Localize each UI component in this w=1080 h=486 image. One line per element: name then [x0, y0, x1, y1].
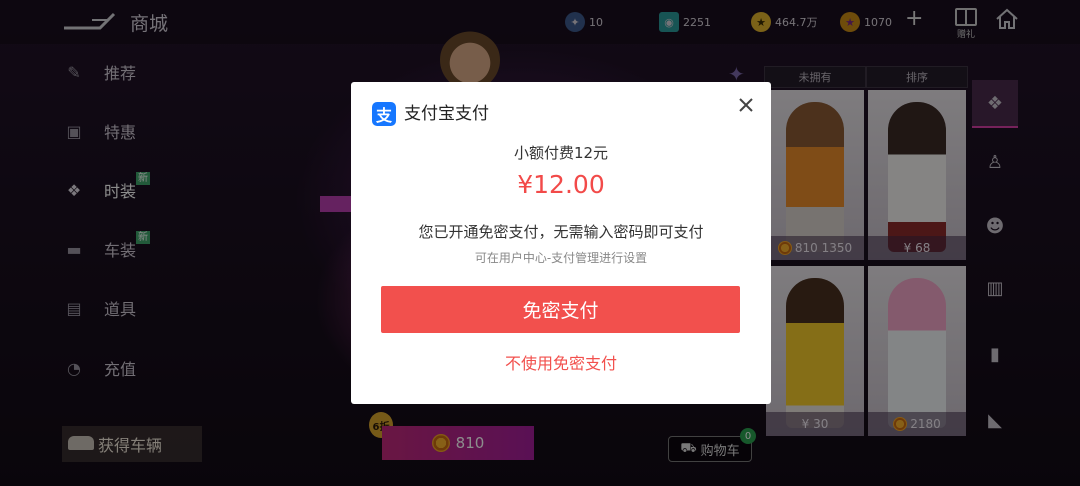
- payment-description: 小额付费12元: [513, 144, 609, 162]
- close-icon[interactable]: [737, 96, 755, 114]
- passwordless-pay-button[interactable]: 免密支付: [381, 286, 740, 333]
- payment-amount: ¥12.00: [517, 170, 605, 199]
- use-password-link[interactable]: 不使用免密支付: [351, 350, 771, 374]
- dialog-title: 支付宝支付: [404, 104, 489, 124]
- settings-hint: 可在用户中心-支付管理进行设置: [474, 251, 648, 265]
- passwordless-note: 您已开通免密支付，无需输入密码即可支付: [418, 223, 704, 241]
- alipay-logo-icon: 支: [372, 102, 396, 126]
- alipay-payment-dialog: 支 支付宝支付 小额付费12元 ¥12.00 您已开通免密支付，无需输入密码即可…: [351, 82, 771, 404]
